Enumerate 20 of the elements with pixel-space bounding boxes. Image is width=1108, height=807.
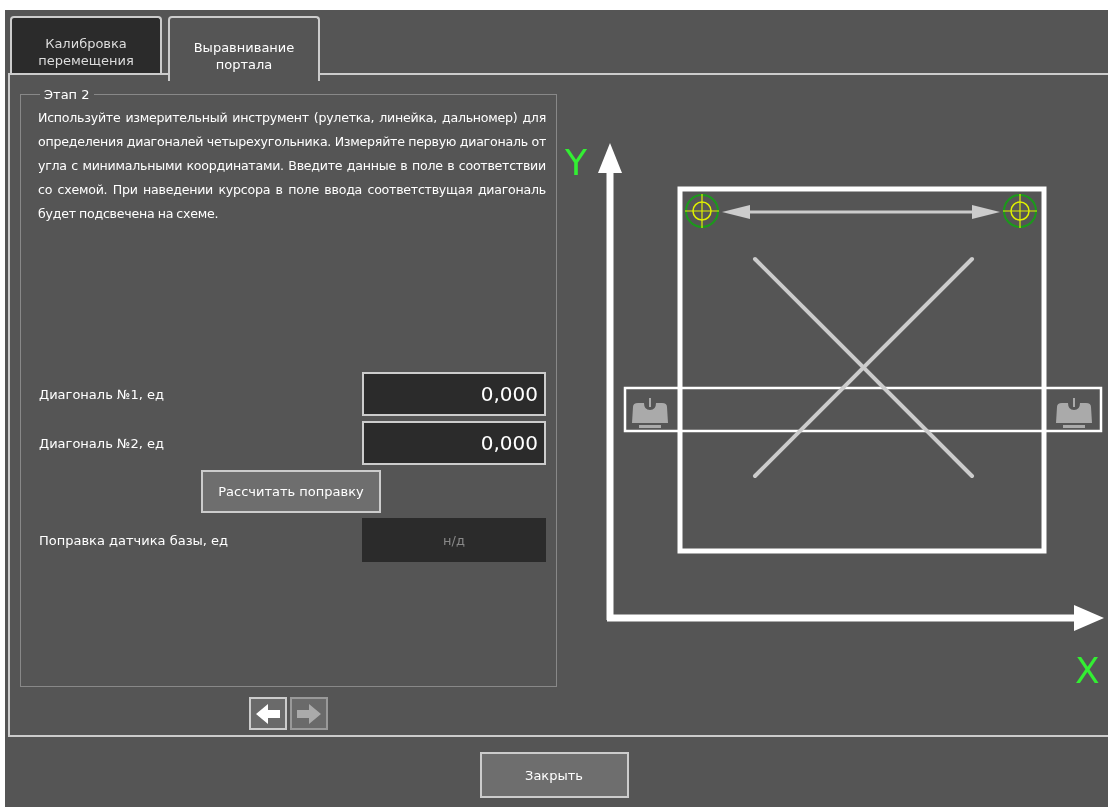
field-label: Диагональ №1, ед bbox=[38, 386, 165, 402]
motor-icon bbox=[632, 398, 668, 428]
y-axis-label: Y bbox=[565, 142, 587, 183]
right-arrow-icon bbox=[296, 702, 322, 725]
close-button[interactable]: Закрыть bbox=[479, 752, 629, 798]
crosshair-icon bbox=[1002, 193, 1038, 229]
diagonal-input[interactable]: 0,000 bbox=[362, 372, 546, 416]
tab[interactable]: Калибровка перемещения bbox=[10, 16, 162, 73]
instructions-text: Используйте измерительный инструмент (рулетка, линейка, дальномер) для определения диагоналей четырехугольника. Измеряйте первую диагональ от угла с минимальными координатами. Введите данные в поле в соответствии со схемой. При наведении курсора в поле ввода соответствущая диагональ будет подсвечена на схеме. bbox=[38, 109, 546, 223]
x-axis-label: X bbox=[1075, 650, 1100, 691]
back-button[interactable] bbox=[249, 697, 287, 730]
diagonal-input[interactable]: 0,000 bbox=[362, 421, 546, 465]
field-label: Диагональ №2, ед bbox=[38, 435, 165, 451]
left-arrow-icon bbox=[255, 702, 281, 725]
tab[interactable]: Выравнивание портала bbox=[168, 16, 320, 81]
motor-icon bbox=[1056, 398, 1092, 428]
stage-legend: Этап 2 bbox=[40, 87, 94, 102]
field-label: Поправка датчика базы, ед bbox=[38, 532, 230, 548]
crosshair-icon bbox=[684, 193, 720, 229]
calculate-button[interactable]: Рассчитать поправку bbox=[201, 470, 381, 513]
